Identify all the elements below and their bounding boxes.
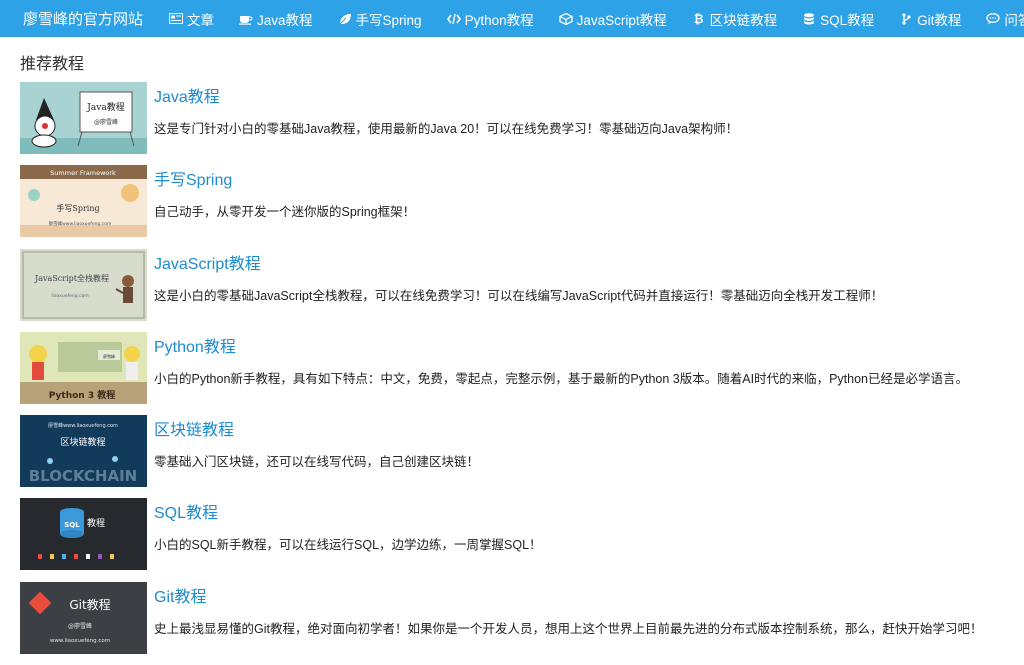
nav-item-spring[interactable]: 手写Spring [338, 9, 422, 29]
thumb-text: Summer Framework [50, 169, 116, 177]
course-desc-git: 史上最浅显易懂的Git教程，绝对面向初学者！如果你是一个开发人员，想用上这个世界… [154, 621, 983, 636]
thumb-text: Python 3 教程 [49, 389, 115, 401]
nav-label: Git教程 [917, 12, 962, 28]
thumb-text: 教程 [87, 517, 105, 529]
article-icon [169, 12, 184, 25]
nav-label: Python教程 [464, 12, 534, 28]
section-title: 推荐教程 [20, 56, 85, 73]
git-icon [899, 12, 913, 25]
thumb-text: liaoxuefeng.com [51, 293, 88, 299]
nav-item-git[interactable]: Git教程 [899, 9, 961, 29]
course-desc-sql: 小白的SQL新手教程，可以在线运行SQL，边学边练，一周掌握SQL！ [154, 538, 542, 553]
thumb-text: www.liaoxuefeng.com [50, 638, 110, 644]
course-item-java: Java教程 @廖雪峰 Java教程 这是专门针对小白的零基础Java教程，使用… [20, 82, 1020, 165]
course-desc-spring: 自己动手，从零开发一个迷你版的Spring框架！ [154, 205, 416, 220]
course-item-spring: Summer Framework 手写Spring 廖雪峰www.liaoxue… [20, 165, 1020, 248]
nav-item-java[interactable]: Java教程 [239, 9, 313, 29]
course-title-python[interactable]: Python教程 [154, 333, 236, 357]
course-title-java[interactable]: Java教程 [154, 83, 220, 107]
nav-label: 文章 [187, 12, 215, 28]
course-item-sql: SQL 教程 SQL教程 小白的SQL新手教程，可以在线运行SQL，边学边练，一… [20, 498, 1020, 581]
code-icon [446, 13, 461, 25]
course-item-javascript: JavaScript全栈教程 liaoxuefeng.com JavaScrip… [20, 248, 1020, 332]
course-title-git[interactable]: Git教程 [154, 583, 206, 607]
coffee-icon [239, 13, 253, 25]
course-desc-python: 小白的Python新手教程，具有如下特点：中文，免费，零起点，完整示例，基于最新… [154, 371, 968, 386]
nav-label: Java教程 [257, 12, 313, 28]
nav-item-python[interactable]: Python教程 [446, 9, 534, 29]
cube-icon [558, 12, 573, 25]
database-icon [802, 12, 816, 25]
thumb-text: BLOCKCHAIN [29, 467, 137, 485]
top-nav-bar: 廖雪峰的官方网站 文章 Java教程 手写Spring Python教程 Jav… [0, 0, 1024, 37]
main-nav: 文章 Java教程 手写Spring Python教程 JavaScript教程… [169, 9, 1024, 29]
course-item-blockchain: 廖雪峰www.liaoxuefeng.com 区块链教程 BLOCKCHAIN … [20, 415, 1020, 498]
course-desc-java: 这是专门针对小白的零基础Java教程，使用最新的Java 20！可以在线免费学习… [154, 122, 739, 136]
nav-label: 手写Spring [355, 12, 422, 28]
course-thumbnail-python[interactable]: 廖雪峰 Python 3 教程 [20, 331, 147, 404]
course-thumbnail-spring[interactable]: Summer Framework 手写Spring 廖雪峰www.liaoxue… [20, 165, 147, 238]
thumb-text: 廖雪峰 [103, 353, 115, 359]
thumb-text: 廖雪峰www.liaoxuefeng.com [48, 422, 118, 429]
nav-item-javascript[interactable]: JavaScript教程 [558, 9, 667, 29]
course-title-spring[interactable]: 手写Spring [154, 166, 232, 190]
bitcoin-icon: ₿ [693, 11, 704, 26]
thumb-text: SQL [64, 521, 80, 529]
thumb-text: JavaScript全栈教程 [34, 273, 109, 283]
course-thumbnail-sql[interactable]: SQL 教程 [20, 498, 147, 571]
nav-label: 区块链教程 [709, 12, 778, 28]
chat-icon [986, 12, 1001, 25]
course-title-javascript[interactable]: JavaScript教程 [154, 250, 261, 274]
course-thumbnail-java[interactable]: Java教程 @廖雪峰 [20, 82, 147, 154]
thumb-text: 廖雪峰www.liaoxuefeng.com [49, 220, 112, 227]
course-desc-blockchain: 零基础入门区块链，还可以在线写代码，自己创建区块链！ [154, 455, 480, 470]
thumb-text: Git教程 [69, 597, 110, 612]
course-thumbnail-git[interactable]: Git教程 @廖雪峰 www.liaoxuefeng.com [20, 581, 147, 654]
thumb-text: 手写Spring [56, 203, 99, 213]
course-thumbnail-javascript[interactable]: JavaScript全栈教程 liaoxuefeng.com [20, 248, 147, 321]
thumb-text: @廖雪峰 [94, 118, 118, 126]
nav-label: JavaScript教程 [576, 12, 667, 28]
thumb-text: Java教程 [86, 101, 124, 113]
course-list: Java教程 @廖雪峰 Java教程 这是专门针对小白的零基础Java教程，使用… [20, 82, 1020, 665]
nav-item-qa[interactable]: 问答 [986, 9, 1024, 29]
thumb-text: 区块链教程 [60, 436, 105, 448]
course-item-python: 廖雪峰 Python 3 教程 Python教程 小白的Python新手教程，具… [20, 331, 1020, 415]
course-title-blockchain[interactable]: 区块链教程 [154, 416, 234, 440]
course-title-sql[interactable]: SQL教程 [154, 499, 218, 523]
nav-label: SQL教程 [820, 12, 875, 28]
nav-item-articles[interactable]: 文章 [169, 9, 214, 29]
nav-item-blockchain[interactable]: ₿ 区块链教程 [692, 9, 778, 29]
course-item-git: Git教程 @廖雪峰 www.liaoxuefeng.com Git教程 史上最… [20, 581, 1020, 665]
nav-label: 问答 [1004, 12, 1024, 28]
thumb-text: @廖雪峰 [68, 622, 92, 630]
course-desc-javascript: 这是小白的零基础JavaScript全栈教程，可以在线免费学习！可以在线编写Ja… [154, 288, 884, 303]
nav-item-sql[interactable]: SQL教程 [802, 9, 874, 29]
course-thumbnail-blockchain[interactable]: 廖雪峰www.liaoxuefeng.com 区块链教程 BLOCKCHAIN [20, 415, 147, 488]
leaf-icon [338, 13, 352, 25]
site-brand[interactable]: 廖雪峰的官方网站 [23, 8, 143, 29]
